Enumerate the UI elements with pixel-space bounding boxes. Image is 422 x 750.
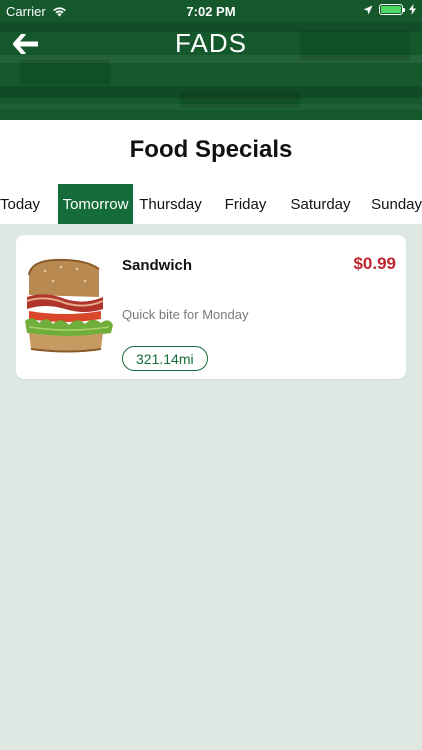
status-time: 7:02 PM [186,4,236,19]
item-price: $0.99 [353,254,396,273]
item-description: Quick bite for Monday [122,307,249,322]
sandwich-image [25,258,113,353]
battery-icon [379,4,405,15]
distance-badge[interactable]: 321.14mi [122,346,208,371]
status-bar: Carrier 7:02 PM [0,0,422,22]
tab-thursday[interactable]: Thursday [133,184,208,224]
tab-friday[interactable]: Friday [208,184,283,224]
location-arrow-icon [363,5,373,14]
header-bar: Carrier 7:02 PM FADS [0,0,422,120]
header-texture [180,92,300,108]
app-title: FADS [175,28,247,58]
tab-sunday[interactable]: Sunday [358,184,422,224]
item-name: Sandwich [122,257,193,274]
day-tabs: Today Tomorrow Thursday Friday Saturday … [0,184,422,224]
tab-today[interactable]: Today [0,184,40,224]
charging-bolt-icon [409,4,416,15]
status-indicators [363,4,416,15]
tab-tomorrow[interactable]: Tomorrow [58,184,133,224]
header-texture [20,60,110,84]
page-title: Food Specials [129,136,293,163]
tab-saturday[interactable]: Saturday [283,184,358,224]
special-card[interactable]: Sandwich $0.99 Quick bite for Monday 321… [16,235,406,379]
